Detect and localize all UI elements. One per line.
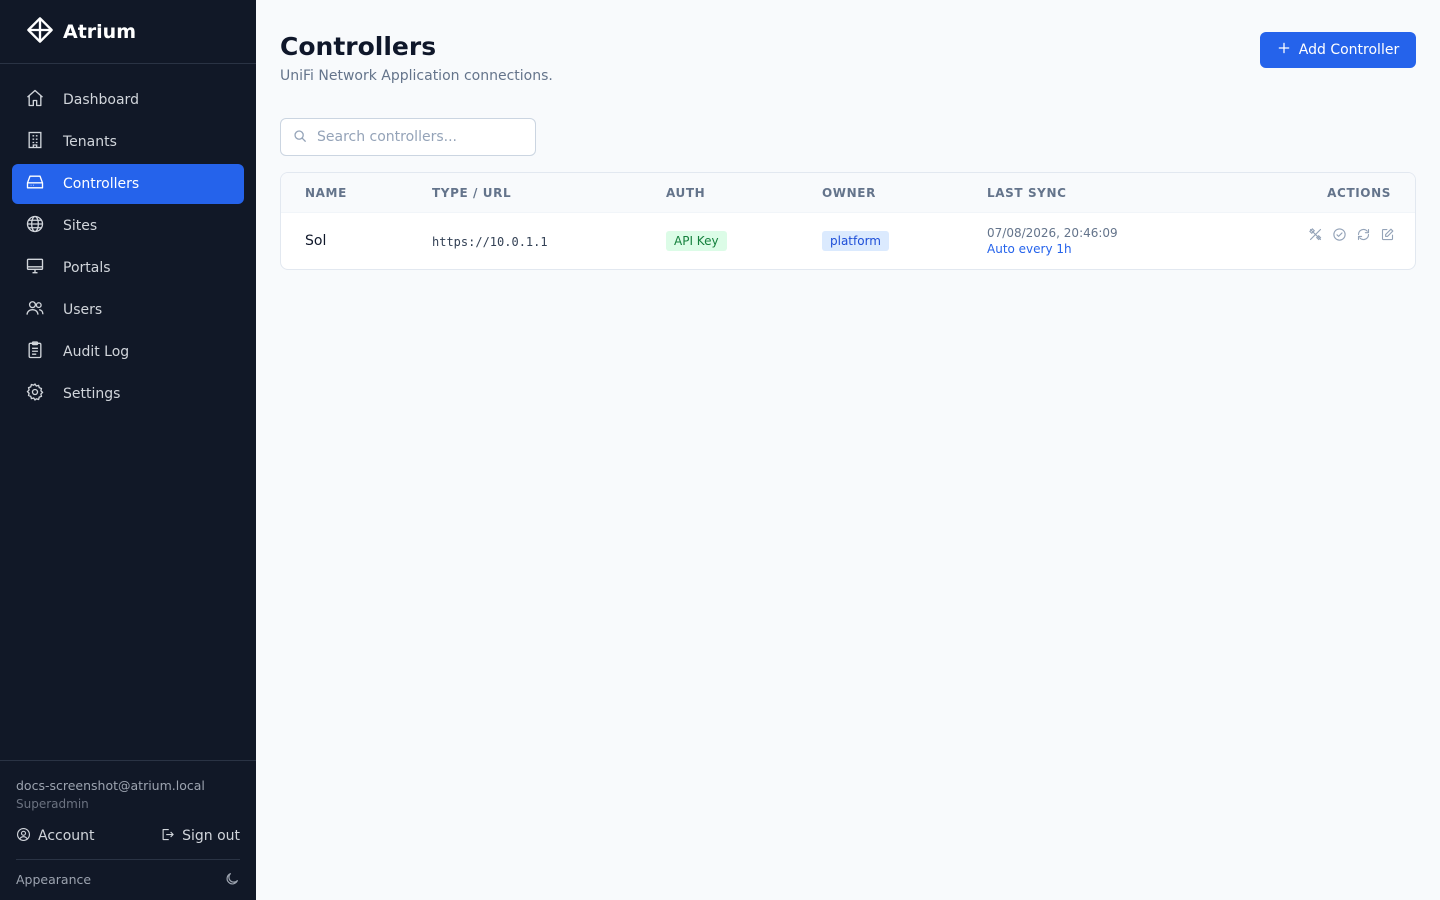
account-row: Account Sign out (16, 825, 240, 847)
building-icon (25, 130, 45, 154)
sign-out-button[interactable]: Sign out (160, 827, 240, 846)
search-box (280, 118, 536, 156)
account-label: Account (38, 828, 95, 844)
search-input[interactable] (317, 129, 527, 145)
table-header: NAME TYPE / URL AUTH OWNER LAST SYNC ACT… (281, 173, 1415, 213)
last-sync-time: 07/08/2026, 20:46:09 (987, 226, 1118, 240)
user-circle-icon (16, 827, 38, 846)
column-header-name[interactable]: NAME (305, 186, 347, 200)
auth-badge: API Key (666, 231, 727, 251)
sync-schedule: Auto every 1h (987, 242, 1072, 256)
page-title: Controllers (280, 32, 437, 61)
app-name: Atrium (63, 20, 136, 43)
sidebar: Atrium Dashboard Tenants Controllers Sit… (0, 0, 256, 900)
main-content: Controllers UniFi Network Application co… (256, 0, 1440, 900)
sidebar-item-portals[interactable]: Portals (12, 248, 244, 288)
sidebar-item-controllers[interactable]: Controllers (12, 164, 244, 204)
controllers-table: NAME TYPE / URL AUTH OWNER LAST SYNC ACT… (280, 172, 1416, 270)
user-email: docs-screenshot@atrium.local (16, 778, 205, 793)
controller-url: https://10.0.1.1 (432, 235, 548, 249)
account-button[interactable]: Account (16, 827, 95, 846)
column-header-type-url[interactable]: TYPE / URL (432, 186, 511, 200)
brand[interactable]: Atrium (0, 0, 256, 64)
monitor-icon (25, 256, 45, 280)
sign-out-icon (160, 827, 182, 846)
check-circle-icon[interactable] (1327, 224, 1351, 244)
sidebar-item-dashboard[interactable]: Dashboard (12, 80, 244, 120)
gear-icon (25, 382, 45, 406)
plus-icon (1277, 41, 1299, 59)
sidebar-item-label: Settings (63, 386, 121, 402)
sidebar-item-label: Dashboard (63, 92, 139, 108)
add-controller-button[interactable]: Add Controller (1260, 32, 1416, 68)
sidebar-item-label: Audit Log (63, 344, 130, 360)
sidebar-item-tenants[interactable]: Tenants (12, 122, 244, 162)
globe-icon (25, 214, 45, 238)
sidebar-item-label: Sites (63, 218, 98, 234)
sidebar-item-users[interactable]: Users (12, 290, 244, 330)
users-icon (25, 298, 45, 322)
sidebar-item-audit-log[interactable]: Audit Log (12, 332, 244, 372)
refresh-icon[interactable] (1351, 224, 1375, 244)
edit-icon[interactable] (1375, 224, 1399, 244)
hard-drive-icon (25, 172, 45, 196)
sign-out-label: Sign out (182, 828, 240, 844)
page-subtitle: UniFi Network Application connections. (280, 68, 553, 84)
appearance-row: Appearance (16, 860, 240, 898)
sidebar-nav: Dashboard Tenants Controllers Sites Port… (12, 80, 244, 416)
sidebar-footer: docs-screenshot@atrium.local Superadmin … (0, 760, 256, 898)
search-icon (281, 128, 307, 147)
column-header-actions: ACTIONS (1327, 186, 1391, 200)
table-row[interactable]: Sol https://10.0.1.1 API Key platform 07… (281, 213, 1415, 269)
clipboard-list-icon (25, 340, 45, 364)
sidebar-item-label: Controllers (63, 176, 140, 192)
owner-badge: platform (822, 231, 889, 251)
row-actions (1303, 224, 1399, 244)
appearance-label: Appearance (16, 871, 92, 887)
column-header-auth[interactable]: AUTH (666, 186, 705, 200)
column-header-owner[interactable]: OWNER (822, 186, 876, 200)
diamond-crosshair-icon (26, 16, 54, 48)
sidebar-item-label: Portals (63, 260, 111, 276)
sidebar-item-settings[interactable]: Settings (12, 374, 244, 414)
moon-icon[interactable] (224, 871, 240, 887)
column-header-last-sync[interactable]: LAST SYNC (987, 186, 1067, 200)
sidebar-item-label: Tenants (63, 134, 117, 150)
user-role: Superadmin (16, 797, 89, 811)
controller-name[interactable]: Sol (305, 233, 326, 249)
add-controller-label: Add Controller (1298, 42, 1400, 58)
tools-icon[interactable] (1303, 224, 1327, 244)
sidebar-item-label: Users (63, 302, 103, 318)
home-icon (25, 88, 45, 112)
sidebar-item-sites[interactable]: Sites (12, 206, 244, 246)
